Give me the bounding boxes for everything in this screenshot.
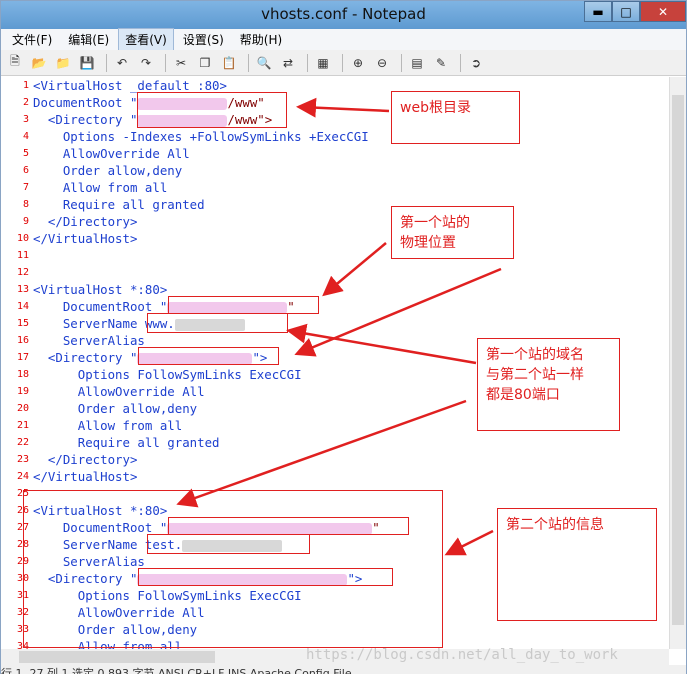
arrow-site1-domain — [286, 323, 477, 365]
arrow-site1-path — [322, 242, 387, 297]
arrow-site2-info — [444, 529, 494, 556]
watermark: https://blog.csdn.net/all_day_to_work — [306, 647, 618, 663]
annotation-arrows — [176, 97, 502, 556]
arrow-web-root — [296, 97, 390, 118]
notepad-window: vhosts.conf - Notepad ▬ □ ✕ 文件(F) 编辑(E) … — [0, 0, 687, 674]
arrow-site1-directory — [294, 267, 502, 357]
arrow-site2 — [176, 399, 467, 508]
